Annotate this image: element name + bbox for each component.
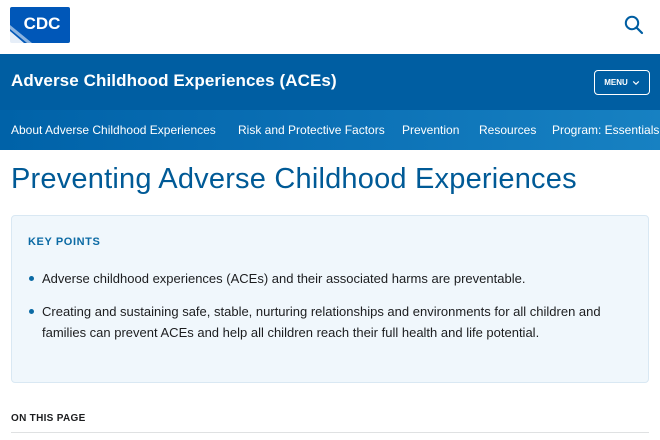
key-points-heading: KEY POINTS [28,236,101,248]
key-points-list: Adverse childhood experiences (ACEs) and… [28,268,633,355]
chevron-down-icon [632,80,640,85]
site-banner: Adverse Childhood Experiences (ACEs) [0,54,660,110]
nav-risk-protective-factors[interactable]: Risk and Protective Factors [238,123,385,137]
site-title[interactable]: Adverse Childhood Experiences (ACEs) [11,71,337,91]
search-button[interactable] [622,13,646,37]
key-point-text: Adverse childhood experiences (ACEs) and… [42,271,526,286]
key-point-text: Creating and sustaining safe, stable, nu… [42,304,601,340]
menu-button[interactable]: MENU [594,70,650,95]
key-points-box: KEY POINTS Adverse childhood experiences… [11,215,649,383]
menu-label: MENU [604,78,628,87]
nav-prevention[interactable]: Prevention [402,123,459,137]
section-nav: About Adverse Childhood Experiences Risk… [0,110,660,150]
top-bar: CDC [0,0,660,54]
nav-program-essentials[interactable]: Program: Essentials [552,123,659,137]
bullet-icon [29,309,34,314]
list-item: Adverse childhood experiences (ACEs) and… [28,268,633,289]
logo-text: CDC [24,14,61,33]
divider [11,432,649,433]
on-this-page-heading: ON THIS PAGE [11,413,86,424]
cdc-logo[interactable]: CDC [10,7,70,43]
nav-about-aces[interactable]: About Adverse Childhood Experiences [11,123,216,137]
page-title: Preventing Adverse Childhood Experiences [11,163,577,195]
nav-resources[interactable]: Resources [479,123,536,137]
bullet-icon [29,276,34,281]
list-item: Creating and sustaining safe, stable, nu… [28,301,633,343]
search-icon [624,15,644,35]
